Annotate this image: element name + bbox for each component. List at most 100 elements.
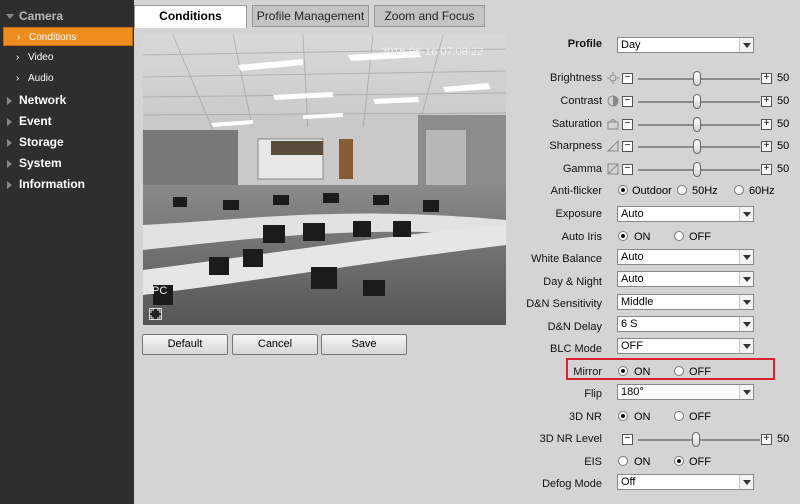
eis-on-radio[interactable] bbox=[618, 456, 628, 466]
saturation-decrease-button[interactable]: − bbox=[622, 119, 633, 130]
dn-delay-label: D&N Delay bbox=[547, 321, 602, 333]
anti-flicker-60hz-label: 60Hz bbox=[749, 185, 775, 197]
chevron-down-icon bbox=[739, 272, 753, 286]
defog-mode-select[interactable]: Off bbox=[617, 474, 754, 490]
3d-nr-label: 3D NR bbox=[568, 411, 602, 423]
3d-nr-on-label: ON bbox=[634, 411, 651, 423]
expand-arrow-icon bbox=[6, 14, 14, 19]
saturation-increase-button[interactable]: + bbox=[761, 119, 772, 130]
flip-label: Flip bbox=[584, 388, 602, 400]
sharpness-slider-thumb[interactable] bbox=[693, 139, 701, 154]
sidebar-item-label: Information bbox=[19, 177, 85, 191]
white-balance-value: Auto bbox=[621, 251, 644, 263]
video-preview[interactable]: 2016-06-16 07:08:22 IPC bbox=[143, 35, 506, 325]
anti-flicker-outdoor-label: Outdoor bbox=[632, 185, 672, 197]
saturation-icon bbox=[607, 118, 619, 130]
3d-nr-level-label: 3D NR Level bbox=[539, 433, 602, 445]
dn-delay-value: 6 S bbox=[621, 318, 638, 330]
dn-sensitivity-value: Middle bbox=[621, 296, 654, 308]
3d-nr-on-radio[interactable] bbox=[618, 411, 628, 421]
tab-zoom-and-focus[interactable]: Zoom and Focus bbox=[374, 5, 485, 27]
sharpness-increase-button[interactable]: + bbox=[761, 141, 772, 152]
gamma-icon bbox=[607, 163, 619, 175]
anti-flicker-50hz-radio[interactable] bbox=[677, 185, 687, 195]
brightness-icon bbox=[607, 72, 619, 84]
fullscreen-icon[interactable] bbox=[149, 308, 162, 320]
mirror-off-radio[interactable] bbox=[674, 366, 684, 376]
sidebar-item-video[interactable]: › Video bbox=[3, 48, 133, 67]
exposure-select[interactable]: Auto bbox=[617, 206, 754, 222]
day-night-select[interactable]: Auto bbox=[617, 271, 754, 287]
sidebar-item-label: Video bbox=[28, 52, 54, 63]
brightness-slider-thumb[interactable] bbox=[693, 71, 701, 86]
expand-arrow-icon bbox=[7, 97, 12, 105]
auto-iris-on-radio[interactable] bbox=[618, 231, 628, 241]
mirror-off-label: OFF bbox=[689, 366, 711, 378]
anti-flicker-50hz-label: 50Hz bbox=[692, 185, 718, 197]
dn-sensitivity-select[interactable]: Middle bbox=[617, 294, 754, 310]
3d-nr-level-slider-thumb[interactable] bbox=[692, 432, 700, 447]
contrast-decrease-button[interactable]: − bbox=[622, 96, 633, 107]
tab-bar: Conditions Profile Management Zoom and F… bbox=[134, 0, 800, 28]
day-night-label: Day & Night bbox=[543, 276, 602, 288]
profile-label: Profile bbox=[567, 38, 602, 50]
chevron-down-icon bbox=[739, 339, 753, 353]
chevron-down-icon bbox=[739, 38, 753, 52]
anti-flicker-outdoor-radio[interactable] bbox=[618, 185, 628, 195]
contrast-slider-thumb[interactable] bbox=[693, 94, 701, 109]
defog-mode-label: Defog Mode bbox=[542, 478, 602, 490]
chevron-down-icon bbox=[739, 385, 753, 399]
defog-mode-value: Off bbox=[621, 476, 636, 488]
sharpness-decrease-button[interactable]: − bbox=[622, 141, 633, 152]
auto-iris-label: Auto Iris bbox=[561, 231, 602, 243]
sidebar-item-conditions[interactable]: › Conditions bbox=[3, 27, 133, 46]
flip-select[interactable]: 180° bbox=[617, 384, 754, 400]
expand-arrow-icon bbox=[7, 118, 12, 126]
saturation-value: 50 bbox=[777, 118, 790, 130]
blc-mode-select[interactable]: OFF bbox=[617, 338, 754, 354]
timestamp-overlay: 2016-06-16 07:08:22 bbox=[381, 46, 483, 58]
saturation-slider-thumb[interactable] bbox=[693, 117, 701, 132]
sidebar-item-label: Camera bbox=[19, 9, 64, 23]
dn-sensitivity-label: D&N Sensitivity bbox=[526, 298, 602, 310]
eis-off-radio[interactable] bbox=[674, 456, 684, 466]
white-balance-select[interactable]: Auto bbox=[617, 249, 754, 265]
tab-conditions[interactable]: Conditions bbox=[134, 5, 247, 28]
sidebar-item-label: Event bbox=[19, 114, 52, 128]
3d-nr-level-increase-button[interactable]: + bbox=[761, 434, 772, 445]
anti-flicker-60hz-radio[interactable] bbox=[734, 185, 744, 195]
gamma-slider-thumb[interactable] bbox=[693, 162, 701, 177]
blc-mode-value: OFF bbox=[621, 340, 643, 352]
sidebar-item-label: Network bbox=[19, 93, 67, 107]
cancel-button[interactable]: Cancel bbox=[232, 334, 318, 355]
day-night-value: Auto bbox=[621, 273, 644, 285]
contrast-increase-button[interactable]: + bbox=[761, 96, 772, 107]
sidebar-item-label: Conditions bbox=[29, 32, 77, 43]
sharpness-label: Sharpness bbox=[549, 140, 602, 152]
3d-nr-level-decrease-button[interactable]: − bbox=[622, 434, 633, 445]
3d-nr-off-radio[interactable] bbox=[674, 411, 684, 421]
sidebar-item-audio[interactable]: › Audio bbox=[3, 69, 133, 88]
exposure-value: Auto bbox=[621, 208, 644, 220]
gamma-increase-button[interactable]: + bbox=[761, 164, 772, 175]
brightness-decrease-button[interactable]: − bbox=[622, 73, 633, 84]
save-button[interactable]: Save bbox=[321, 334, 407, 355]
profile-value: Day bbox=[621, 39, 641, 51]
flip-value: 180° bbox=[621, 386, 644, 398]
saturation-label: Saturation bbox=[551, 118, 602, 130]
brightness-increase-button[interactable]: + bbox=[761, 73, 772, 84]
tab-profile-management[interactable]: Profile Management bbox=[252, 5, 369, 27]
expand-arrow-icon bbox=[7, 139, 12, 147]
sidebar-item-label: Storage bbox=[19, 135, 64, 149]
3d-nr-off-label: OFF bbox=[689, 411, 711, 423]
camera-feed-image: 2016-06-16 07:08:22 IPC bbox=[143, 35, 506, 325]
gamma-decrease-button[interactable]: − bbox=[622, 164, 633, 175]
chevron-right-icon: › bbox=[16, 52, 20, 63]
mirror-on-radio[interactable] bbox=[618, 366, 628, 376]
auto-iris-off-radio[interactable] bbox=[674, 231, 684, 241]
contrast-value: 50 bbox=[777, 95, 790, 107]
default-button[interactable]: Default bbox=[142, 334, 228, 355]
profile-select[interactable]: Day bbox=[617, 37, 754, 53]
contrast-label: Contrast bbox=[560, 95, 602, 107]
dn-delay-select[interactable]: 6 S bbox=[617, 316, 754, 332]
